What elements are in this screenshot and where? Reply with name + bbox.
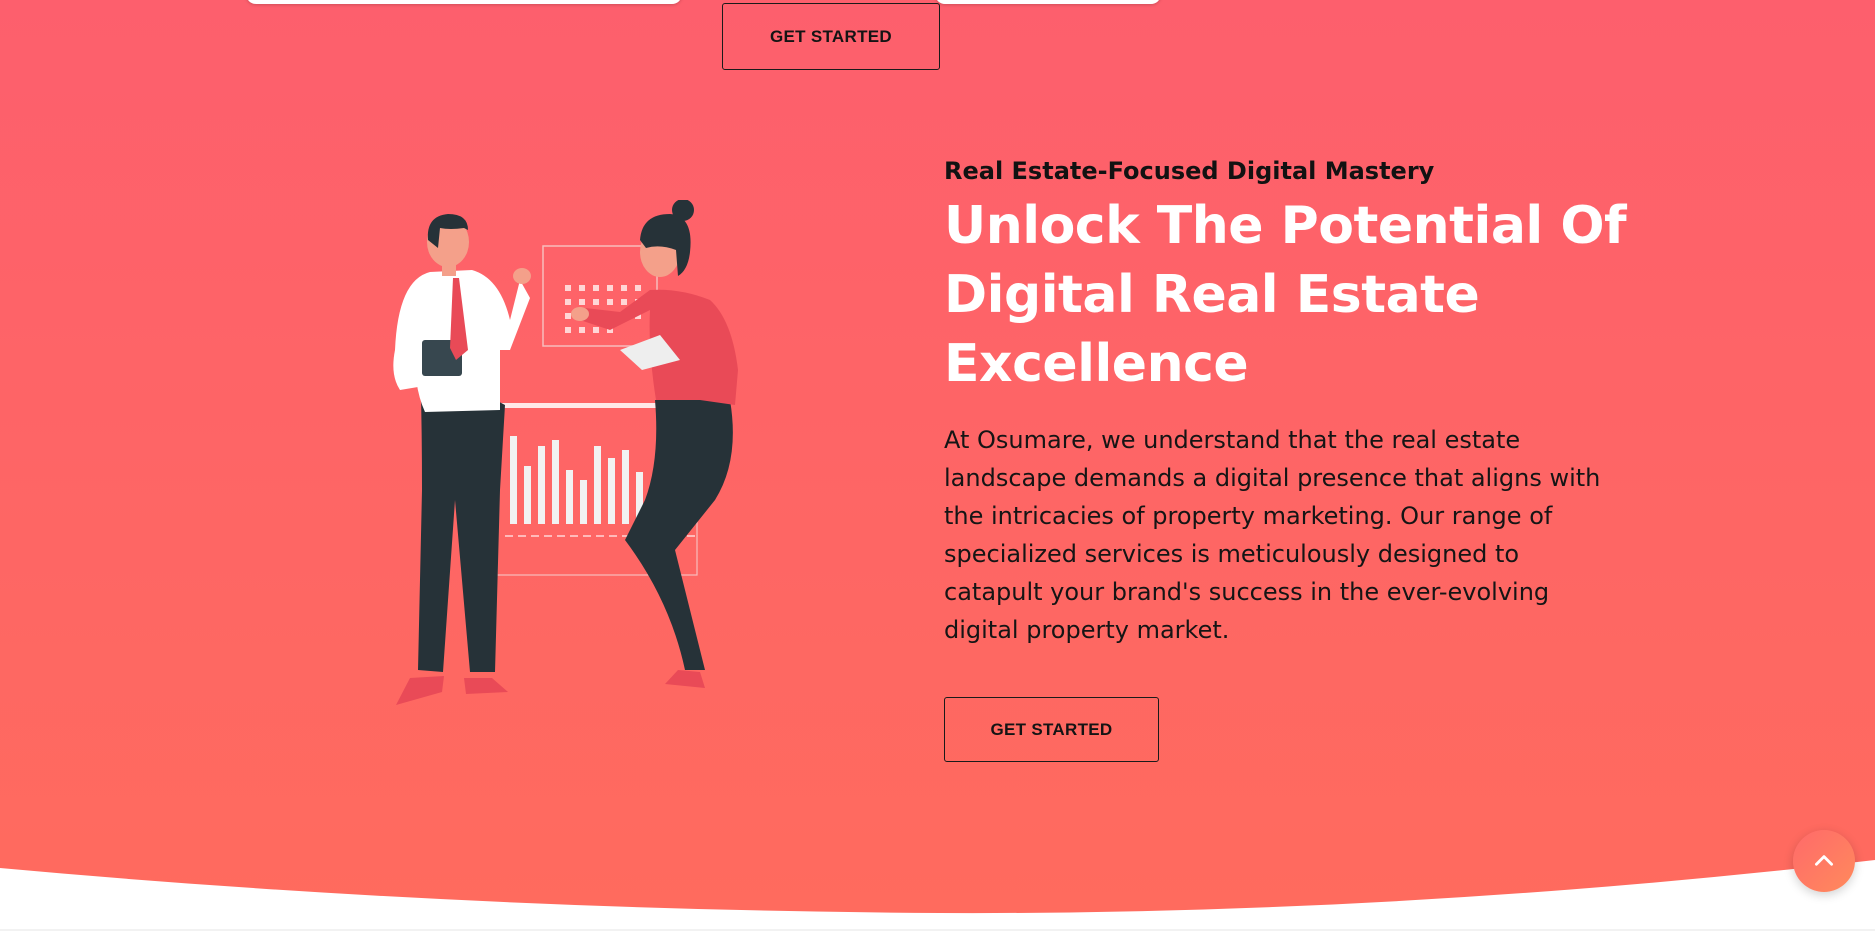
description-line: landscape demands a digital presence tha… <box>944 464 1601 492</box>
woman-figure <box>571 200 738 688</box>
headline-line: Excellence <box>944 334 1249 394</box>
hero-section: GET STARTED Real Estate-Focused Digital … <box>0 0 1875 933</box>
description-line: specialized services is meticulously des… <box>944 540 1520 568</box>
top-get-started-button[interactable]: GET STARTED <box>722 3 940 70</box>
scroll-to-top-button[interactable] <box>1793 830 1855 892</box>
description-line: digital property market. <box>944 616 1230 644</box>
hero-headline: Unlock The Potential Of Digital Real Est… <box>944 192 1644 399</box>
description-line: At Osumare, we understand that the real … <box>944 426 1521 454</box>
description-line: the intricacies of property marketing. O… <box>944 502 1553 530</box>
business-people-illustration <box>393 200 738 705</box>
hero-eyebrow: Real Estate-Focused Digital Mastery <box>944 157 1435 185</box>
chevron-up-icon <box>1815 855 1833 866</box>
top-card-right <box>935 0 1161 4</box>
hero-description: At Osumare, we understand that the real … <box>944 421 1644 649</box>
description-line: catapult your brand's success in the eve… <box>944 578 1550 606</box>
headline-line: Unlock The Potential Of <box>944 196 1627 256</box>
top-card-left <box>246 0 682 4</box>
hero-content: Real Estate-Focused Digital Mastery Unlo… <box>944 152 1644 649</box>
headline-line: Digital Real Estate <box>944 265 1480 325</box>
hero-get-started-button[interactable]: GET STARTED <box>944 697 1159 762</box>
